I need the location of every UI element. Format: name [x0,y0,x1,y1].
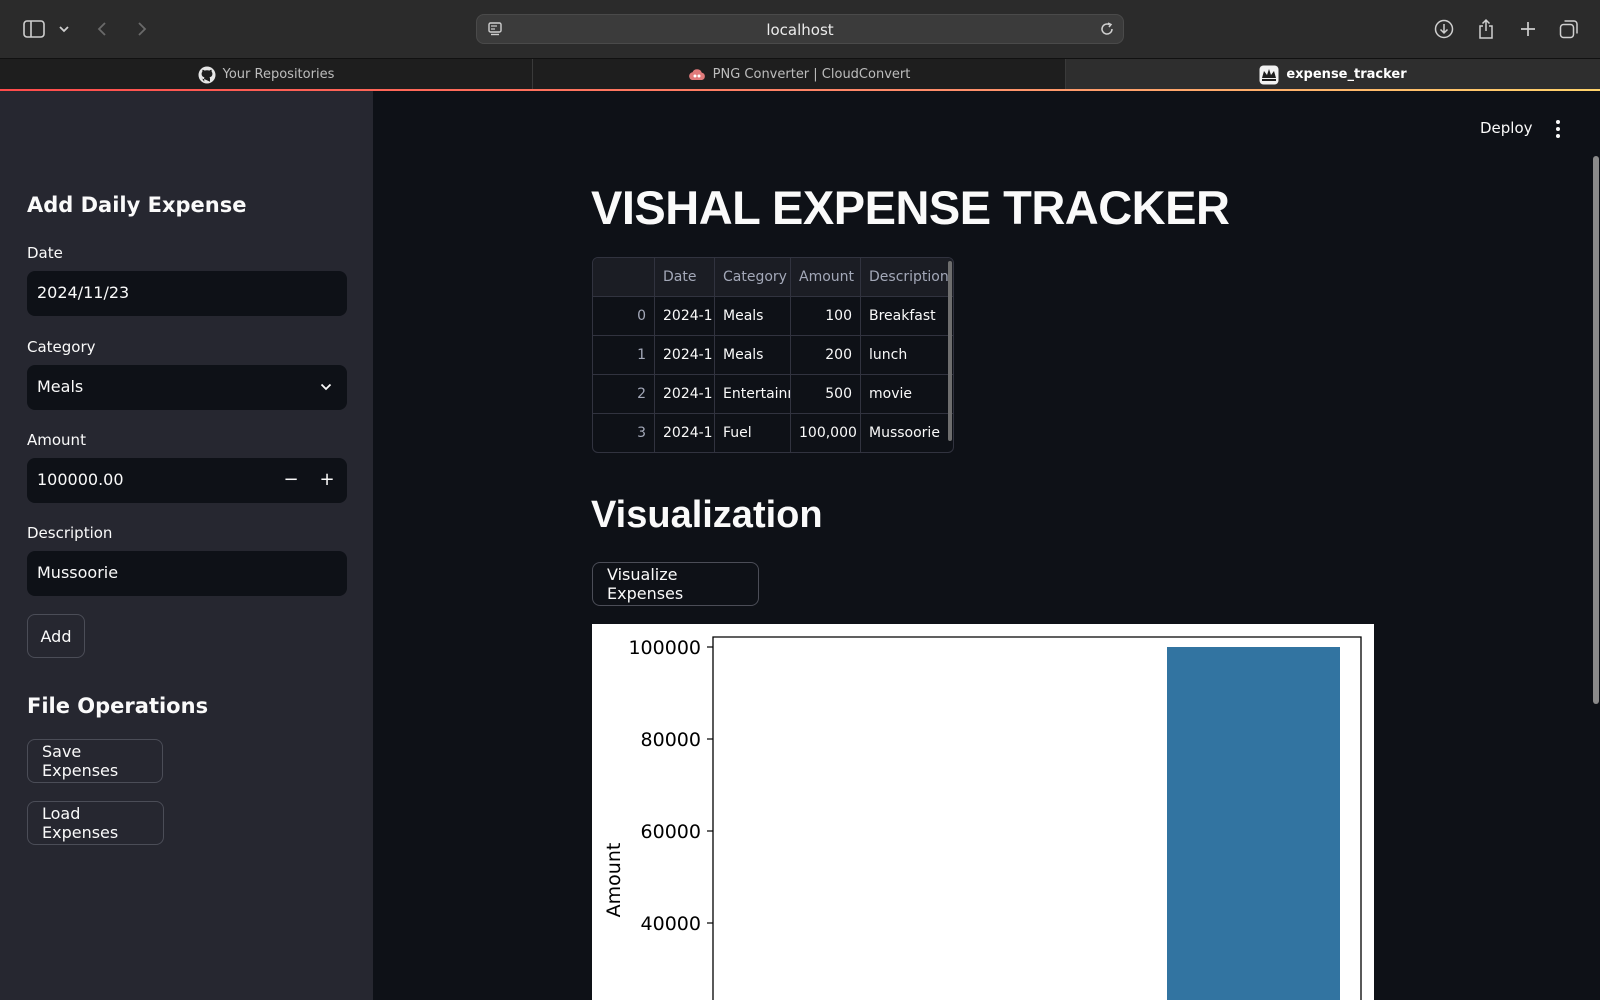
streamlit-icon [1259,65,1279,85]
table-row: 1 2024-11 Meals 200 lunch [593,336,953,375]
table-cell[interactable]: 200 [791,336,861,375]
y-tick-label: 60000 [641,821,701,843]
sidebar-toggle-icon[interactable] [20,14,48,44]
table-cell[interactable]: 100 [791,297,861,336]
table-header-cell[interactable]: Date [655,258,715,297]
url-text: localhost [766,21,834,39]
visualize-expenses-button[interactable]: Visualize Expenses [592,562,759,606]
date-input[interactable]: 2024/11/23 [27,271,347,316]
chart-svg: 100000 80000 60000 40000 Amount [603,636,1362,1000]
expenses-table[interactable]: Date Category Amount Description 0 2024-… [592,257,954,453]
table-cell[interactable]: 2024-11 [655,414,715,452]
chevron-down-icon [319,379,333,398]
table-cell[interactable]: 2024-11 [655,375,715,414]
forward-icon[interactable] [132,14,152,44]
more-options-icon[interactable] [1548,117,1568,145]
sidebar-heading: Add Daily Expense [27,193,247,217]
table-cell[interactable]: 500 [791,375,861,414]
table-cell: 1 [593,336,655,375]
tab-label: PNG Converter | CloudConvert [712,67,911,82]
table-header-row: Date Category Amount Description [593,258,953,297]
share-icon[interactable] [1474,14,1498,44]
bar [1167,647,1340,1000]
tab-strip: Your Repositories PNG Converter | CloudC… [0,58,1600,90]
new-tab-icon[interactable] [1516,14,1540,44]
tab-overview-icon[interactable] [1557,14,1581,44]
table-cell[interactable]: Fuel [715,414,791,452]
category-label: Category [27,338,96,356]
reload-icon[interactable] [1099,21,1115,41]
increment-button[interactable]: + [311,466,343,494]
browser-toolbar: localhost [0,0,1600,58]
tab-png-converter[interactable]: PNG Converter | CloudConvert [533,59,1066,90]
table-cell[interactable]: Breakfast [861,297,953,336]
page-scrollbar[interactable] [1593,156,1599,704]
visualization-heading: Visualization [591,494,823,536]
table-cell[interactable]: movie [861,375,953,414]
save-expenses-button[interactable]: Save Expenses [27,739,163,783]
table-cell: 3 [593,414,655,452]
table-header-cell [593,258,655,297]
tab-label: expense_tracker [1286,67,1407,82]
tab-label: Your Repositories [222,67,335,82]
table-row: 2 2024-11 Entertainn 500 movie [593,375,953,414]
category-value: Meals [37,377,84,396]
table-row: 3 2024-11 Fuel 100,000 Mussoorie [593,414,953,452]
table-cell[interactable]: lunch [861,336,953,375]
y-tick-label: 80000 [641,729,701,751]
y-tick-label: 40000 [641,913,701,935]
load-expenses-button[interactable]: Load Expenses [27,801,164,845]
chevron-down-icon[interactable] [56,14,72,44]
date-label: Date [27,244,63,262]
sidebar: Add Daily Expense Date 2024/11/23 Catego… [0,91,373,1000]
github-icon [198,66,216,84]
table-header-cell[interactable]: Amount [791,258,861,297]
table-cell[interactable]: 2024-11 [655,336,715,375]
expenses-chart: 100000 80000 60000 40000 Amount [592,624,1374,1000]
amount-input[interactable]: 100000.00 [37,470,124,489]
table-cell[interactable]: 100,000 [791,414,861,452]
y-tick-label: 100000 [628,637,701,659]
table-cell[interactable]: Mussoorie [861,414,953,452]
address-bar[interactable]: localhost [476,14,1124,44]
description-input[interactable]: Mussoorie [27,551,347,596]
y-axis-label: Amount [603,843,625,918]
tab-your-repositories[interactable]: Your Repositories [0,59,533,90]
file-operations-heading: File Operations [27,694,209,718]
table-row: 0 2024-11 Meals 100 Breakfast [593,297,953,336]
amount-label: Amount [27,431,86,449]
table-cell[interactable]: 2024-11 [655,297,715,336]
decrement-button[interactable]: − [275,466,307,494]
table-cell[interactable]: Meals [715,297,791,336]
table-cell[interactable]: Entertainn [715,375,791,414]
table-cell: 2 [593,375,655,414]
add-button[interactable]: Add [27,614,85,658]
tab-expense-tracker[interactable]: expense_tracker [1066,59,1600,90]
table-header-cell[interactable]: Description [861,258,953,297]
amount-stepper[interactable]: 100000.00 − + [27,458,347,503]
description-label: Description [27,524,113,542]
back-icon[interactable] [92,14,112,44]
table-cell: 0 [593,297,655,336]
page-title: VISHAL EXPENSE TRACKER [591,181,1230,234]
category-select[interactable]: Meals [27,365,347,410]
table-header-cell[interactable]: Category [715,258,791,297]
download-icon[interactable] [1432,14,1456,44]
table-cell[interactable]: Meals [715,336,791,375]
deploy-button[interactable]: Deploy [1480,119,1533,137]
table-scrollbar[interactable] [948,261,952,441]
cloudconvert-icon [688,68,706,82]
